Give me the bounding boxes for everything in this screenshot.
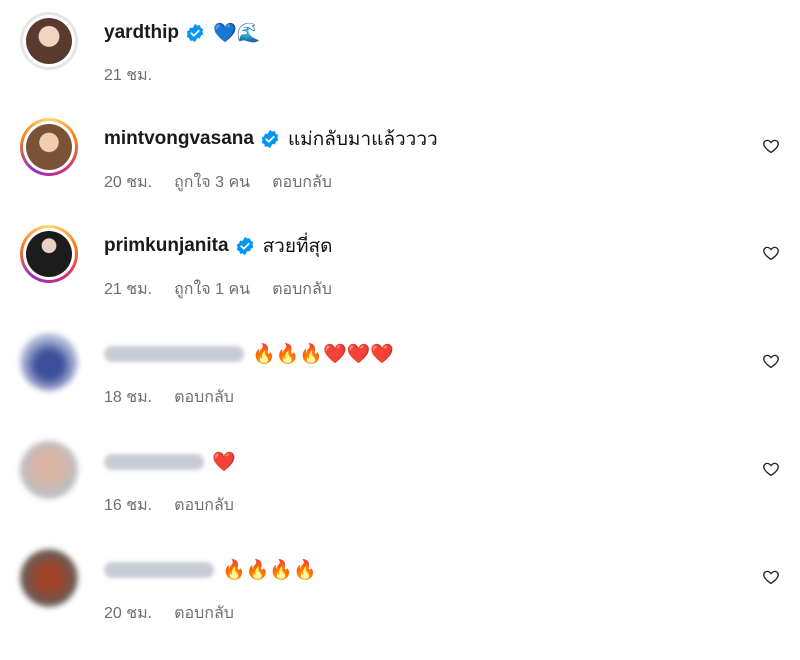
verified-badge-icon: [236, 236, 253, 256]
avatar[interactable]: [20, 333, 78, 391]
reply-button[interactable]: ตอบกลับ: [174, 385, 234, 410]
comment-text: 💙🌊: [212, 23, 261, 44]
verified-badge-icon: [186, 23, 204, 43]
comment-time: 20 ชม.: [104, 605, 153, 622]
reply-button[interactable]: ตอบกลับ: [272, 170, 332, 195]
comment-username[interactable]: yardthip: [104, 22, 179, 44]
comment-time: 21 ชม.: [104, 67, 153, 84]
avatar[interactable]: [20, 118, 78, 176]
reply-button[interactable]: ตอบกลับ: [174, 601, 234, 626]
comment-text: 🔥🔥🔥❤️❤️❤️: [252, 344, 394, 365]
comment-username[interactable]: primkunjanita: [104, 235, 229, 257]
verified-badge-icon: [261, 129, 279, 149]
avatar[interactable]: [20, 441, 78, 499]
comment-time: 21 ชม.: [104, 281, 153, 298]
comment-text: 🔥🔥🔥🔥: [222, 560, 317, 581]
avatar[interactable]: [20, 12, 78, 70]
comment-text: ❤️: [212, 452, 236, 473]
reply-button[interactable]: ตอบกลับ: [272, 277, 332, 302]
like-heart-icon[interactable]: [762, 460, 780, 478]
comment-likes[interactable]: ถูกใจ 3 คน: [174, 170, 250, 195]
comment-time: 16 ชม.: [104, 497, 153, 514]
like-heart-icon[interactable]: [762, 244, 780, 262]
comment-time: 20 ชม.: [104, 174, 153, 191]
avatar[interactable]: [20, 225, 78, 283]
comment-text: แม่กลับมาแล้วววว: [287, 129, 438, 150]
reply-button[interactable]: ตอบกลับ: [174, 493, 234, 518]
avatar[interactable]: [20, 549, 78, 607]
like-heart-icon[interactable]: [762, 568, 780, 586]
like-heart-icon[interactable]: [762, 137, 780, 155]
comment-text: สวยที่สุด: [262, 236, 333, 257]
blurred-username[interactable]: [104, 562, 214, 578]
comment-username[interactable]: mintvongvasana: [104, 128, 254, 150]
comment-time: 18 ชม.: [104, 389, 153, 406]
blurred-username[interactable]: [104, 346, 244, 362]
blurred-username[interactable]: [104, 454, 204, 470]
comment-likes[interactable]: ถูกใจ 1 คน: [174, 277, 250, 302]
like-heart-icon[interactable]: [762, 352, 780, 370]
